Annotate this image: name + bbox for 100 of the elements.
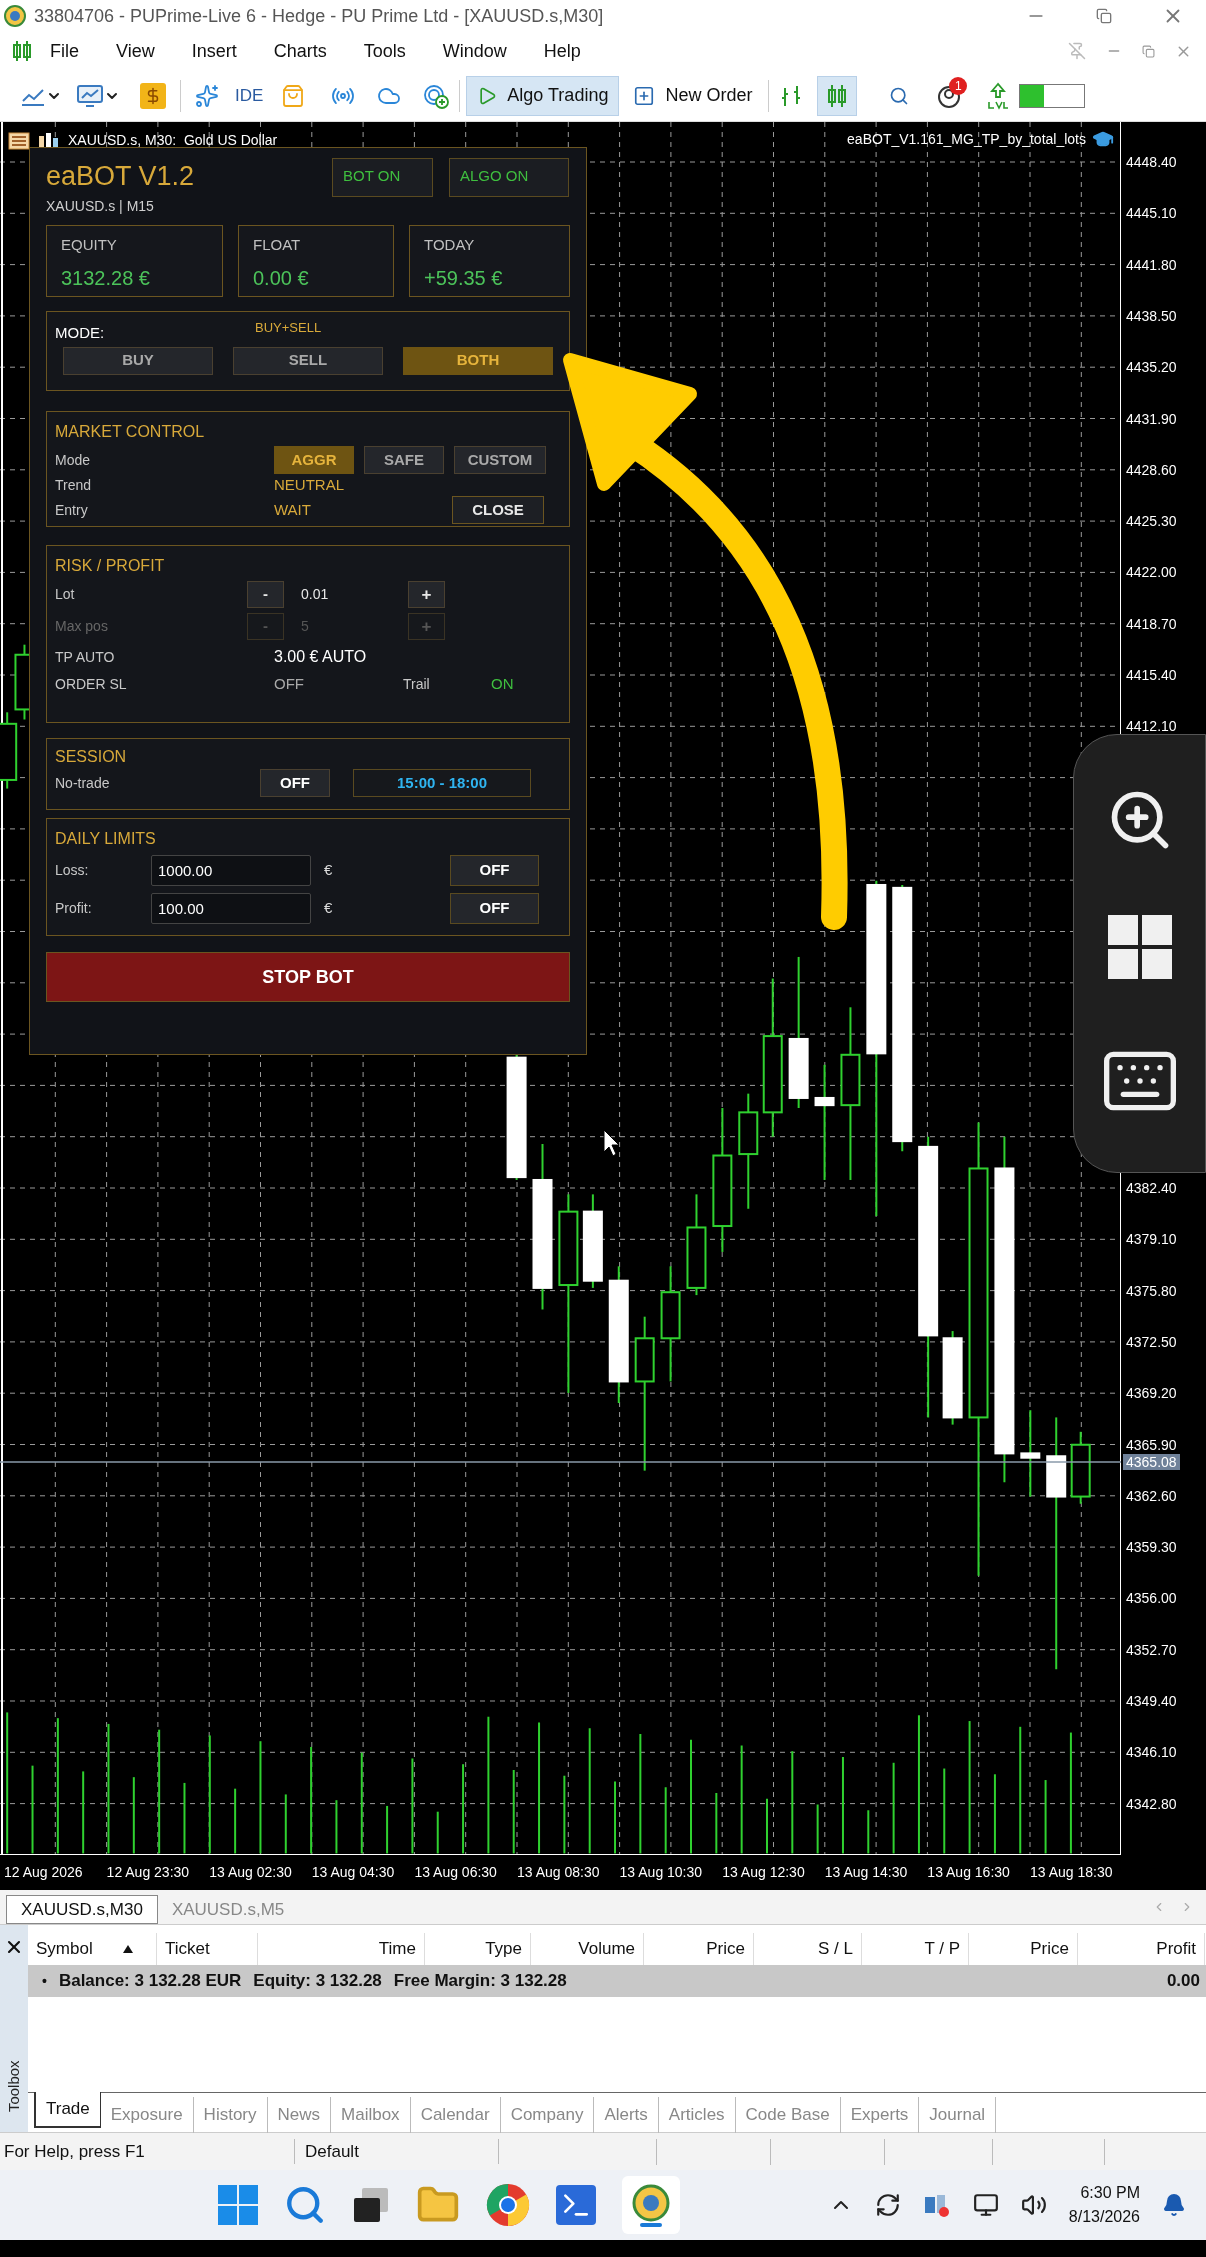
mode-label: MODE: <box>55 323 106 343</box>
row-label: ORDER SL <box>55 674 128 694</box>
volume-bar <box>816 1803 819 1855</box>
notification-bell-icon[interactable] <box>1162 2193 1186 2217</box>
chart-tab[interactable]: XAUUSD.s,M30 <box>6 1895 158 1924</box>
balance-row[interactable]: • Balance: 3 132.28 EUR Equity: 3 132.28 Free Margin: 3 132.28 0.00 <box>28 1965 1206 1997</box>
stat-value: +59.35 € <box>424 265 504 291</box>
trail-value: ON <box>491 673 514 694</box>
market-mode-option[interactable]: AGGR <box>274 446 354 474</box>
volume-icon[interactable] <box>1020 2192 1047 2218</box>
candlestick-button[interactable] <box>817 75 858 116</box>
time-label: 13 Aug 16:30 <box>926 1863 1011 1882</box>
battery-icon <box>1019 83 1086 108</box>
mode-option[interactable]: BUY <box>63 346 213 375</box>
volume-bar <box>867 1809 870 1855</box>
row-label: No-trade <box>55 773 111 793</box>
price-label: 4441.80 <box>1126 256 1177 273</box>
menu-item[interactable]: Window <box>442 37 507 65</box>
price-label: 4362.60 <box>1126 1487 1177 1504</box>
start-icon[interactable] <box>218 2185 258 2225</box>
order-sl-value: OFF <box>274 673 305 694</box>
radar-add-icon[interactable] <box>423 82 450 109</box>
row-label: Trend <box>55 475 93 495</box>
session-time-range[interactable]: 15:00 - 18:00 <box>353 769 531 797</box>
limit-input[interactable]: 100.00 <box>151 892 311 924</box>
dollar-icon[interactable] <box>140 82 166 109</box>
menu-item[interactable]: Tools <box>363 37 406 65</box>
current-price-tag: 4365.08 <box>1123 1454 1180 1470</box>
plus-square-icon <box>633 84 656 107</box>
price-label: 4438.50 <box>1126 307 1177 324</box>
grid-icon[interactable] <box>8 131 30 150</box>
candles-icon <box>12 40 32 62</box>
status-indicator: BOT ON <box>332 158 433 197</box>
task-view-icon[interactable] <box>352 2186 390 2224</box>
search-icon[interactable] <box>284 2184 326 2226</box>
no-trade-toggle[interactable]: OFF <box>260 769 330 797</box>
trail-label: Trail <box>403 674 431 694</box>
increment-button[interactable]: + <box>408 580 445 608</box>
search-icon[interactable] <box>889 85 910 106</box>
price-label: 4369.20 <box>1126 1385 1177 1402</box>
row-label: Lot <box>55 584 76 604</box>
volume-bar <box>335 1799 338 1855</box>
notification-badge: 1 <box>949 76 968 95</box>
limit-toggle[interactable]: OFF <box>450 892 539 924</box>
price-label: 4435.20 <box>1126 359 1177 376</box>
trading-app-icon[interactable] <box>622 2176 680 2234</box>
mode-value: BUY+SELL <box>255 319 322 337</box>
stop-bot-button[interactable]: STOP BOT <box>46 952 570 1002</box>
mode-option[interactable]: SELL <box>233 346 383 375</box>
menu-item[interactable]: View <box>116 37 155 65</box>
sync-icon[interactable] <box>874 2192 901 2218</box>
toolbox-tab[interactable]: Trade <box>34 2092 101 2128</box>
price-label: 4365.90 <box>1126 1436 1177 1453</box>
chart-symbol-label: XAUUSD.s, M30: Gold US Dollar <box>68 131 278 150</box>
market-mode-option[interactable]: CUSTOM <box>454 446 546 474</box>
chart-template-dropdown[interactable] <box>76 83 120 108</box>
entry-value: WAIT <box>274 499 312 520</box>
price-label: 4379.10 <box>1126 1231 1177 1248</box>
price-label: 4418.70 <box>1126 615 1177 632</box>
browser-icon[interactable] <box>486 2183 530 2227</box>
network-icon[interactable] <box>972 2192 999 2218</box>
menu-item[interactable]: Insert <box>191 37 237 65</box>
time-label: 13 Aug 18:30 <box>1028 1863 1114 1882</box>
stepper-value: 5 <box>301 616 310 636</box>
limit-input[interactable]: 1000.00 <box>151 854 311 886</box>
chart-bars-icon[interactable] <box>38 131 60 150</box>
stepper-value: 0.01 <box>301 584 330 604</box>
clock-date: 8/13/2026 <box>1068 2207 1140 2227</box>
price-label: 4382.40 <box>1126 1180 1177 1196</box>
time-label: 12 Aug 2026 <box>3 1863 84 1882</box>
price-label: 4342.80 <box>1126 1795 1177 1812</box>
price-label: 4431.90 <box>1126 410 1177 427</box>
sparkles-icon[interactable] <box>195 83 219 108</box>
time-label: 13 Aug 08:30 <box>515 1863 601 1882</box>
four-squares-icon[interactable] <box>1107 915 1172 980</box>
price-label: 4352.70 <box>1126 1641 1177 1658</box>
close-button[interactable]: CLOSE <box>452 496 544 524</box>
mode-option[interactable]: BOTH <box>403 346 553 375</box>
ide-button[interactable]: IDE <box>235 82 264 109</box>
restore-icon[interactable] <box>1096 8 1112 24</box>
volume-bar <box>386 1804 389 1855</box>
market-mode-option[interactable]: SAFE <box>364 446 444 474</box>
algo-trading-button[interactable]: Algo Trading <box>466 75 620 116</box>
menu-item[interactable]: Charts <box>273 37 327 65</box>
restore-icon[interactable] <box>1142 44 1155 58</box>
level-up-icon[interactable] <box>987 81 1010 110</box>
menu-item[interactable]: File <box>50 37 79 65</box>
section-title: DAILY LIMITS <box>55 830 156 847</box>
new-order-button[interactable]: New Order <box>627 75 759 116</box>
status-text: Default <box>295 2138 499 2165</box>
tp-value: 3.00 € AUTO <box>274 647 367 667</box>
limit-toggle[interactable]: OFF <box>450 854 539 886</box>
volume-bar <box>284 1793 287 1855</box>
time-label: 13 Aug 06:30 <box>413 1863 498 1882</box>
decrement-button[interactable]: - <box>247 580 284 608</box>
section-title: SESSION <box>55 748 127 765</box>
time-label: 13 Aug 12:30 <box>721 1863 806 1882</box>
terminal-icon[interactable] <box>556 2185 596 2225</box>
stat-label: FLOAT <box>253 235 302 255</box>
menu-item[interactable]: Help <box>543 37 581 65</box>
